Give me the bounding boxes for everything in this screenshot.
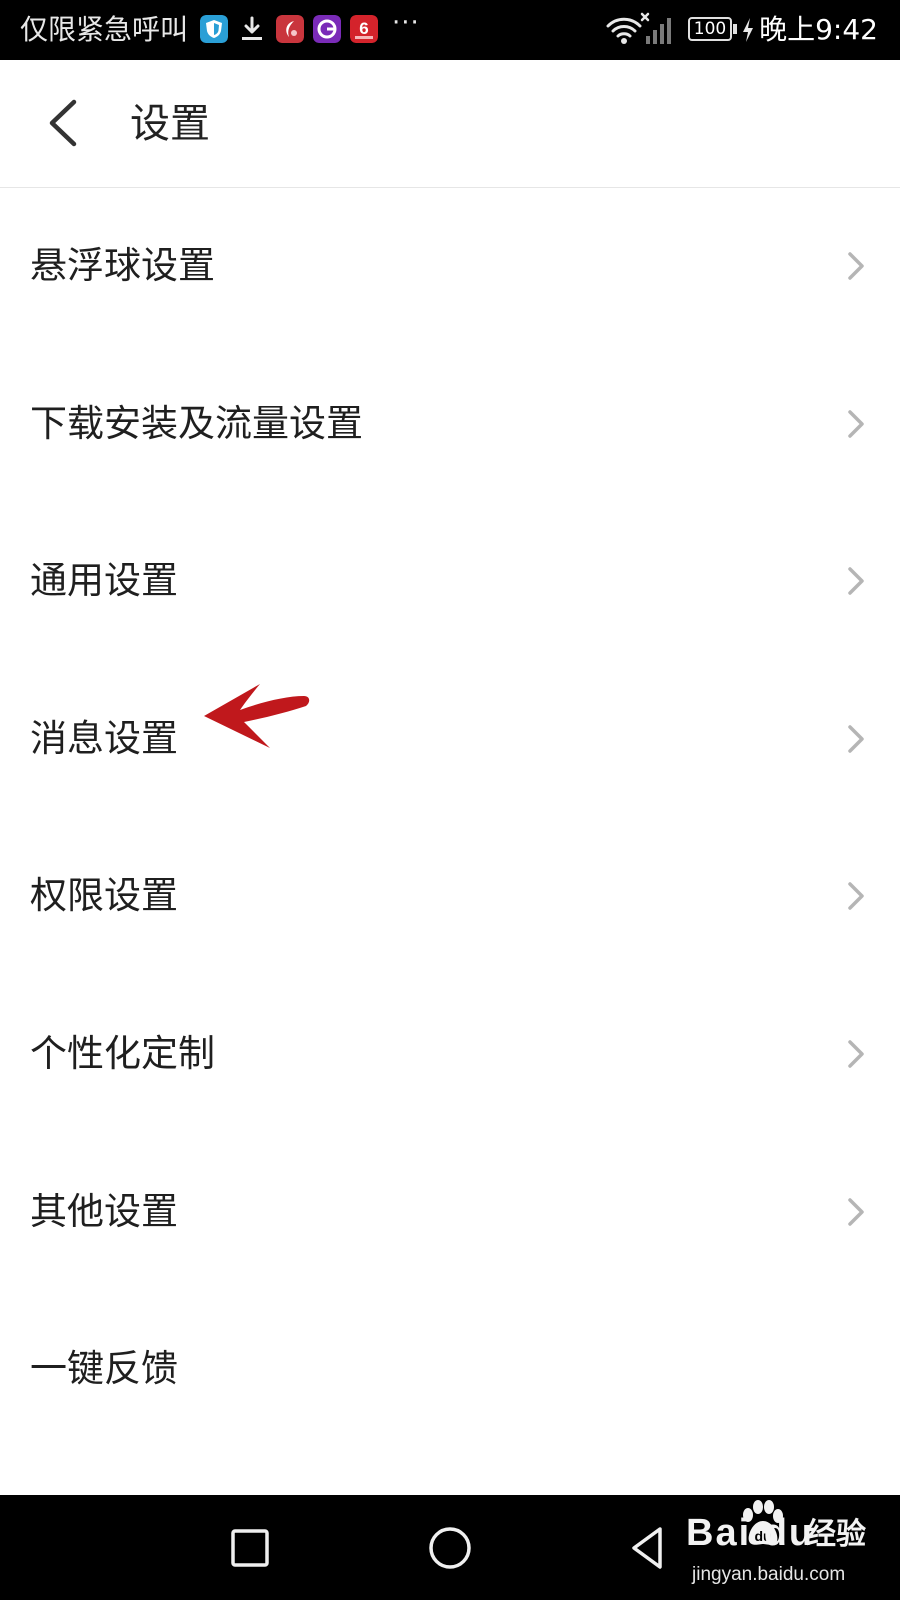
app-bar: 设置 [0,60,900,188]
baidu-jingyan-watermark: du Bai du 经验 jingyan.baidu.com [686,1500,886,1595]
chevron-left-icon[interactable] [36,90,96,156]
chevron-right-icon [848,567,864,595]
settings-item-download-traffic[interactable]: 下载安装及流量设置 [0,346,900,504]
settings-item-label: 通用设置 [30,559,178,603]
chevron-right-icon [848,409,864,438]
settings-list: 悬浮球设置 下载安装及流量设置 通用设置 消息设置 权限设置 个性化定制 其他设… [0,188,900,1449]
chevron-right-icon [848,1197,864,1226]
chevron-right-icon [848,725,864,753]
settings-item-floating-ball[interactable]: 悬浮球设置 [0,188,900,346]
settings-item-personalization[interactable]: 个性化定制 [0,976,900,1134]
settings-item-feedback[interactable]: 一键反馈 [0,1291,900,1449]
settings-item-label: 一键反馈 [30,1347,178,1391]
purple-app-icon [313,15,341,43]
number-six-app-icon: 6 [350,15,378,43]
svg-text:6: 6 [359,19,368,38]
wifi-icon [606,17,642,44]
watermark-url: jingyan.baidu.com [692,1564,846,1585]
shield-app-icon [200,15,228,43]
settings-item-label: 消息设置 [30,716,178,760]
more-notifications-icon: ··· [392,8,420,38]
settings-item-label: 个性化定制 [30,1031,215,1075]
charging-icon [743,18,753,42]
annotation-arrow-icon [204,684,310,748]
battery-icon: 100 [688,17,732,41]
settings-item-label: 其他设置 [30,1189,178,1233]
battery-level-text: 100 [693,19,727,39]
baidu-logo-text: Bai du [686,1512,815,1554]
back-triangle-icon[interactable] [624,1523,674,1573]
jingyan-product-text: 经验 [806,1517,866,1552]
settings-item-messages[interactable]: 消息设置 [0,661,900,819]
page-title: 设置 [130,101,210,147]
red-app-icon [276,15,304,43]
settings-item-permissions[interactable]: 权限设置 [0,818,900,976]
settings-item-label: 下载安装及流量设置 [30,401,363,445]
settings-item-label: 悬浮球设置 [30,244,215,287]
settings-item-general[interactable]: 通用设置 [0,503,900,661]
settings-item-label: 权限设置 [30,874,178,918]
chevron-right-icon [848,882,864,911]
recent-apps-square-icon[interactable] [225,1523,275,1573]
settings-item-other[interactable]: 其他设置 [0,1134,900,1292]
navigation-bar: du Bai du 经验 jingyan.baidu.com [0,1495,900,1600]
home-circle-icon[interactable] [425,1523,475,1573]
signal-icon [640,12,671,44]
chevron-right-icon [848,1040,864,1068]
download-icon [242,16,262,40]
status-bar: 仅限紧急呼叫 6 ··· 100 晚上9:42 [0,0,900,60]
battery-tip [733,24,737,34]
chevron-right-icon [848,252,864,280]
settings-screen: 仅限紧急呼叫 6 ··· 100 晚上9:42 设置 悬浮球设置 下载安装及流量… [0,0,900,1600]
carrier-status-text: 仅限紧急呼叫 [20,13,189,46]
status-time: 晚上9:42 [759,13,878,46]
